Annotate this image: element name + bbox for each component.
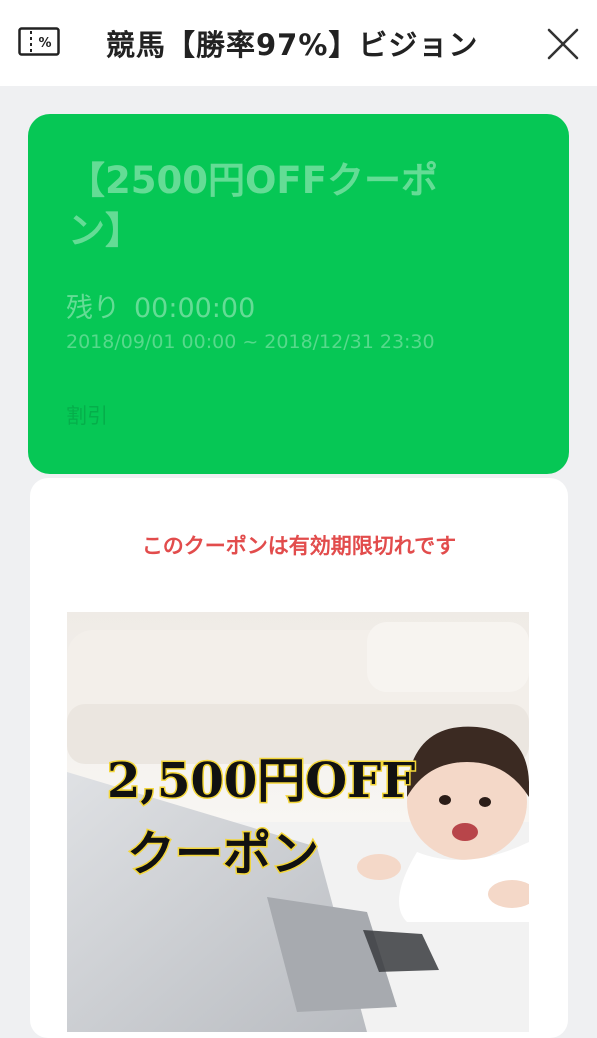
image-text-line2: クーポン bbox=[127, 826, 319, 882]
coupon-card: 【2500円OFFクーポン】 残り 00:00:00 2018/09/01 00:… bbox=[28, 114, 569, 474]
coupon-title: 【2500円OFFクーポン】 bbox=[68, 159, 438, 252]
coupon-image: 2,500円OFF クーポン bbox=[67, 612, 529, 1032]
coupon-type-label: 割引 bbox=[66, 404, 108, 428]
remaining-countdown: 00:00:00 bbox=[134, 293, 256, 324]
valid-period: 2018/09/01 00:00 ~ 2018/12/31 23:30 bbox=[66, 331, 435, 353]
close-icon[interactable] bbox=[544, 25, 582, 63]
coupon-detail-card: このクーポンは有効期限切れです 2,500円OFF クーポン bbox=[30, 478, 568, 1038]
coupon-image-illustration: 2,500円OFF クーポン bbox=[67, 612, 529, 1032]
image-text-line1: 2,500円OFF bbox=[107, 753, 415, 809]
remaining-label: 残り bbox=[66, 293, 120, 324]
page-title: 競馬【勝率97%】ビジョン bbox=[106, 28, 479, 62]
remaining-time: 残り 00:00:00 bbox=[66, 286, 255, 325]
expired-message: このクーポンは有効期限切れです bbox=[141, 534, 457, 558]
coupon-ticket-icon: % bbox=[18, 27, 60, 56]
header-bar: % 競馬【勝率97%】ビジョン bbox=[0, 0, 597, 86]
svg-text:%: % bbox=[38, 36, 51, 51]
